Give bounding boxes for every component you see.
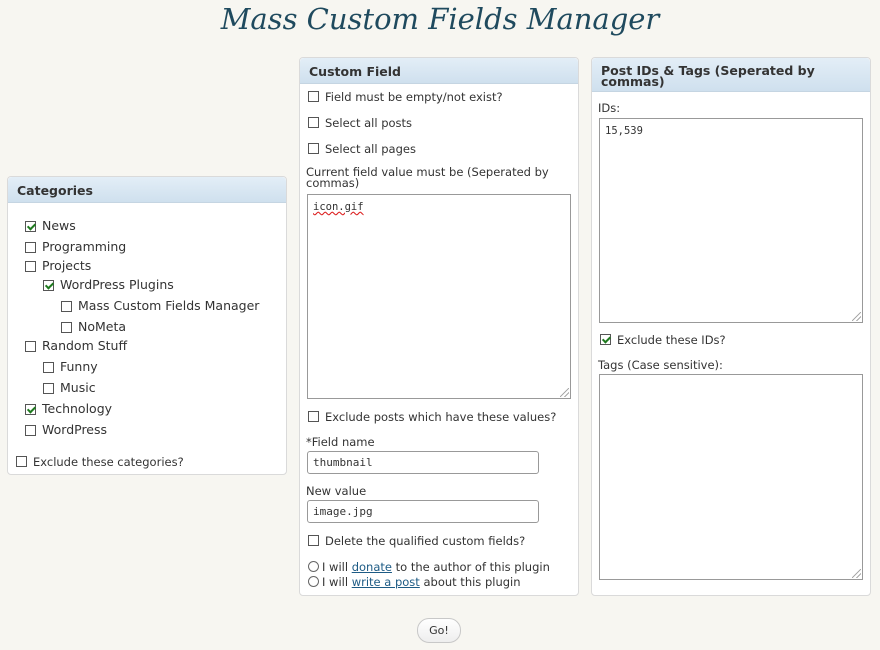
donate-suffix: to the author of this plugin [391, 560, 550, 574]
category-checkbox-projects[interactable] [25, 261, 36, 272]
field-value-label: Current field value must be (Seperated b… [306, 165, 549, 190]
category-label-random-stuff: Random Stuff [42, 338, 128, 353]
category-label-programming: Programming [42, 239, 127, 254]
resize-grip-icon[interactable] [560, 388, 569, 397]
page-title: Mass Custom Fields Manager [220, 2, 660, 36]
delete-fields-checkbox[interactable] [308, 535, 319, 546]
custom-field-panel: Custom Field Field must be empty/not exi… [299, 57, 579, 596]
field-empty-checkbox[interactable] [308, 91, 319, 102]
category-checkbox-music[interactable] [43, 383, 54, 394]
post-ids-heading: Post IDs & Tags (Seperated by commas) [592, 58, 870, 92]
categories-heading: Categories [8, 177, 286, 203]
category-label-news: News [42, 218, 76, 233]
write-post-link[interactable]: write a post [352, 575, 420, 589]
select-all-pages-checkbox[interactable] [308, 143, 319, 154]
new-value-label: New value [306, 484, 367, 498]
resize-grip-icon[interactable] [852, 569, 861, 578]
exclude-ids-checkbox[interactable] [600, 334, 611, 345]
category-checkbox-wordpress-plugins[interactable] [43, 280, 54, 291]
category-label-nometa: NoMeta [78, 319, 127, 334]
category-checkbox-news[interactable] [25, 221, 36, 232]
select-all-posts-label: Select all posts [325, 116, 413, 130]
exclude-categories-label: Exclude these categories? [33, 455, 184, 469]
category-label-funny: Funny [60, 359, 98, 374]
tags-label: Tags (Case sensitive): [598, 358, 723, 372]
tags-textarea[interactable] [599, 374, 863, 580]
select-all-posts-checkbox[interactable] [308, 117, 319, 128]
write-post-prefix: I will [322, 575, 352, 589]
category-checkbox-nometa[interactable] [61, 322, 72, 333]
write-post-suffix: about this plugin [419, 575, 521, 589]
category-checkbox-funny[interactable] [43, 362, 54, 373]
category-label-mass-custom-fields-manager: Mass Custom Fields Manager [78, 298, 260, 313]
new-value-input[interactable]: image.jpg [307, 500, 539, 523]
donate-link[interactable]: donate [352, 560, 392, 574]
ids-label: IDs: [598, 101, 621, 115]
category-label-wordpress-plugins: WordPress Plugins [60, 277, 174, 292]
select-all-pages-label: Select all pages [325, 142, 416, 156]
category-checkbox-mass-custom-fields-manager[interactable] [61, 301, 72, 312]
field-empty-label: Field must be empty/not exist? [325, 90, 503, 104]
field-name-input[interactable]: thumbnail [307, 451, 539, 474]
resize-grip-icon[interactable] [852, 312, 861, 321]
delete-fields-label: Delete the qualified custom fields? [325, 534, 526, 548]
post-ids-panel: Post IDs & Tags (Seperated by commas) ID… [591, 57, 871, 596]
exclude-categories-checkbox[interactable] [16, 456, 27, 467]
category-label-technology: Technology [42, 401, 113, 416]
category-checkbox-programming[interactable] [25, 242, 36, 253]
exclude-values-label: Exclude posts which have these values? [325, 410, 557, 424]
custom-field-heading: Custom Field [300, 58, 578, 84]
donate-prefix: I will [322, 560, 352, 574]
write-post-line: I will write a post about this plugin [322, 575, 521, 589]
category-checkbox-random-stuff[interactable] [25, 341, 36, 352]
field-name-label: *Field name [306, 435, 375, 449]
category-label-wordpress: WordPress [42, 422, 108, 437]
donate-radio[interactable] [308, 561, 319, 572]
exclude-values-checkbox[interactable] [308, 411, 319, 422]
field-value-textarea[interactable]: icon.gif [307, 194, 571, 399]
donate-line: I will donate to the author of this plug… [322, 560, 550, 574]
category-label-music: Music [60, 380, 96, 395]
categories-panel: Categories News Programming Projects Wor… [7, 176, 287, 475]
go-button[interactable]: Go! [417, 618, 461, 643]
category-checkbox-technology[interactable] [25, 404, 36, 415]
category-checkbox-wordpress[interactable] [25, 425, 36, 436]
write-post-radio[interactable] [308, 576, 319, 587]
exclude-ids-label: Exclude these IDs? [617, 333, 726, 347]
field-value-text: icon.gif [313, 201, 364, 213]
ids-textarea[interactable]: 15,539 [599, 118, 863, 323]
category-label-projects: Projects [42, 258, 92, 273]
ids-text: 15,539 [605, 125, 643, 137]
